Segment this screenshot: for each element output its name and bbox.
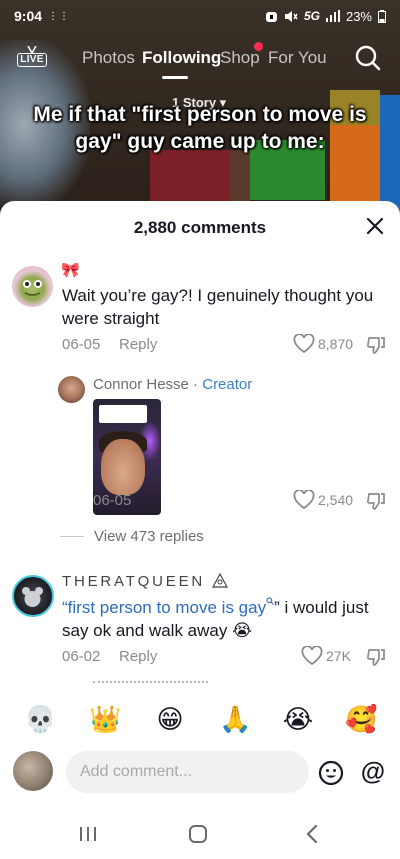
mute-icon [284,10,298,22]
emoji-crown[interactable]: 👑 [89,704,121,734]
frog-avatar-art [23,280,42,296]
notification-dots-icon: ⋮⋮ [48,10,71,22]
avatar[interactable] [12,575,54,617]
close-icon[interactable] [364,215,386,237]
search-icon[interactable] [266,597,274,605]
tab-for-you[interactable]: For You [268,48,327,68]
dislike-icon[interactable] [366,647,386,667]
reply-author-name[interactable]: Connor Hesse [93,376,189,393]
battery-percent: 23% [345,8,372,24]
triangle-eye-icon [211,572,229,588]
video-caption: Me if that "first person to move is gay"… [33,103,367,153]
active-tab-indicator [162,76,188,79]
creator-tag: Creator [202,376,253,393]
comment-text: Wait you’re gay?! I genuinely thought yo… [62,286,374,328]
avatar[interactable] [58,376,85,403]
heart-icon [301,646,323,666]
emoji-smiling-hearts[interactable]: 🥰 [345,704,377,734]
tab-photos[interactable]: Photos [82,48,135,68]
home-icon[interactable] [188,824,208,844]
emoji-grin[interactable]: 😁 [154,704,186,734]
status-bar: 9:04 ⋮⋮ 5G 23% [0,0,400,32]
status-time: 9:04 [14,8,43,24]
thumbnail-face [101,439,145,495]
avatar[interactable] [13,751,53,791]
view-replies-button[interactable]: View 473 replies [60,528,204,545]
reply-button[interactable]: Reply [119,648,157,665]
heart-icon [293,334,315,354]
search-icon[interactable] [354,44,382,72]
clipped-row [93,681,208,685]
video-wall-panel [380,95,400,215]
thumbnail-caption-sticker [99,405,147,423]
emoji-skull[interactable]: 💀 [24,704,56,734]
status-indicators: 5G 23% [265,9,386,24]
like-button[interactable]: 2,540 [293,490,353,510]
comment-composer: @ [0,745,400,799]
back-icon[interactable] [303,824,321,844]
comment-text: “first person to move is gay” i would ju… [62,596,387,642]
tab-shop[interactable]: Shop [220,48,260,68]
reply-date: 06-05 [93,492,132,509]
dislike-icon[interactable] [366,335,386,355]
add-comment-input[interactable] [66,751,309,793]
comment-username[interactable]: THERATQUEEN [62,572,229,590]
tab-following[interactable]: Following [142,48,221,68]
reply-username[interactable]: Connor Hesse · Creator [93,376,252,393]
divider-line [60,536,84,537]
like-count: 27K [326,648,351,664]
avatar[interactable] [12,266,53,307]
alarm-icon [265,11,277,22]
system-navigation-bar [0,813,400,859]
comments-header: 2,880 comments [0,201,400,251]
separator: · [188,376,203,393]
view-replies-label: View 473 replies [94,528,204,545]
emoji-pray[interactable]: 🙏 [219,704,251,734]
emoji-picker-icon[interactable] [318,760,344,786]
shop-notification-dot [254,42,263,51]
like-button[interactable]: 8,870 [293,334,353,354]
like-count: 8,870 [318,336,354,352]
comment-date: 06-02 [62,648,101,665]
reply-button[interactable]: Reply [119,336,157,353]
battery-icon [378,9,386,23]
comment-username[interactable]: 🎀 [61,261,80,279]
emoji-quick-bar: 💀 👑 😁 🙏 😭 🥰 [0,700,400,740]
live-label: LIVE [17,53,47,67]
emoji-sob[interactable]: 😭 [282,704,314,734]
dislike-icon[interactable] [366,491,386,511]
comment-date: 06-05 [62,336,101,353]
top-navigation: LIVE Photos Following Shop For You [0,40,400,79]
live-button[interactable]: LIVE [17,44,47,70]
comment-count: 2,880 comments [133,218,267,237]
mention-button[interactable]: @ [358,757,388,787]
network-type: 5G [303,9,320,23]
comment-author-name[interactable]: THERATQUEEN [62,573,205,590]
heart-icon [293,490,315,510]
like-button[interactable]: 27K [301,646,351,666]
search-link[interactable]: first person to move is gay [68,598,266,617]
like-count: 2,540 [318,492,354,508]
rat-avatar-art [22,587,43,607]
recent-apps-icon[interactable] [78,825,98,843]
signal-icon [325,10,340,22]
